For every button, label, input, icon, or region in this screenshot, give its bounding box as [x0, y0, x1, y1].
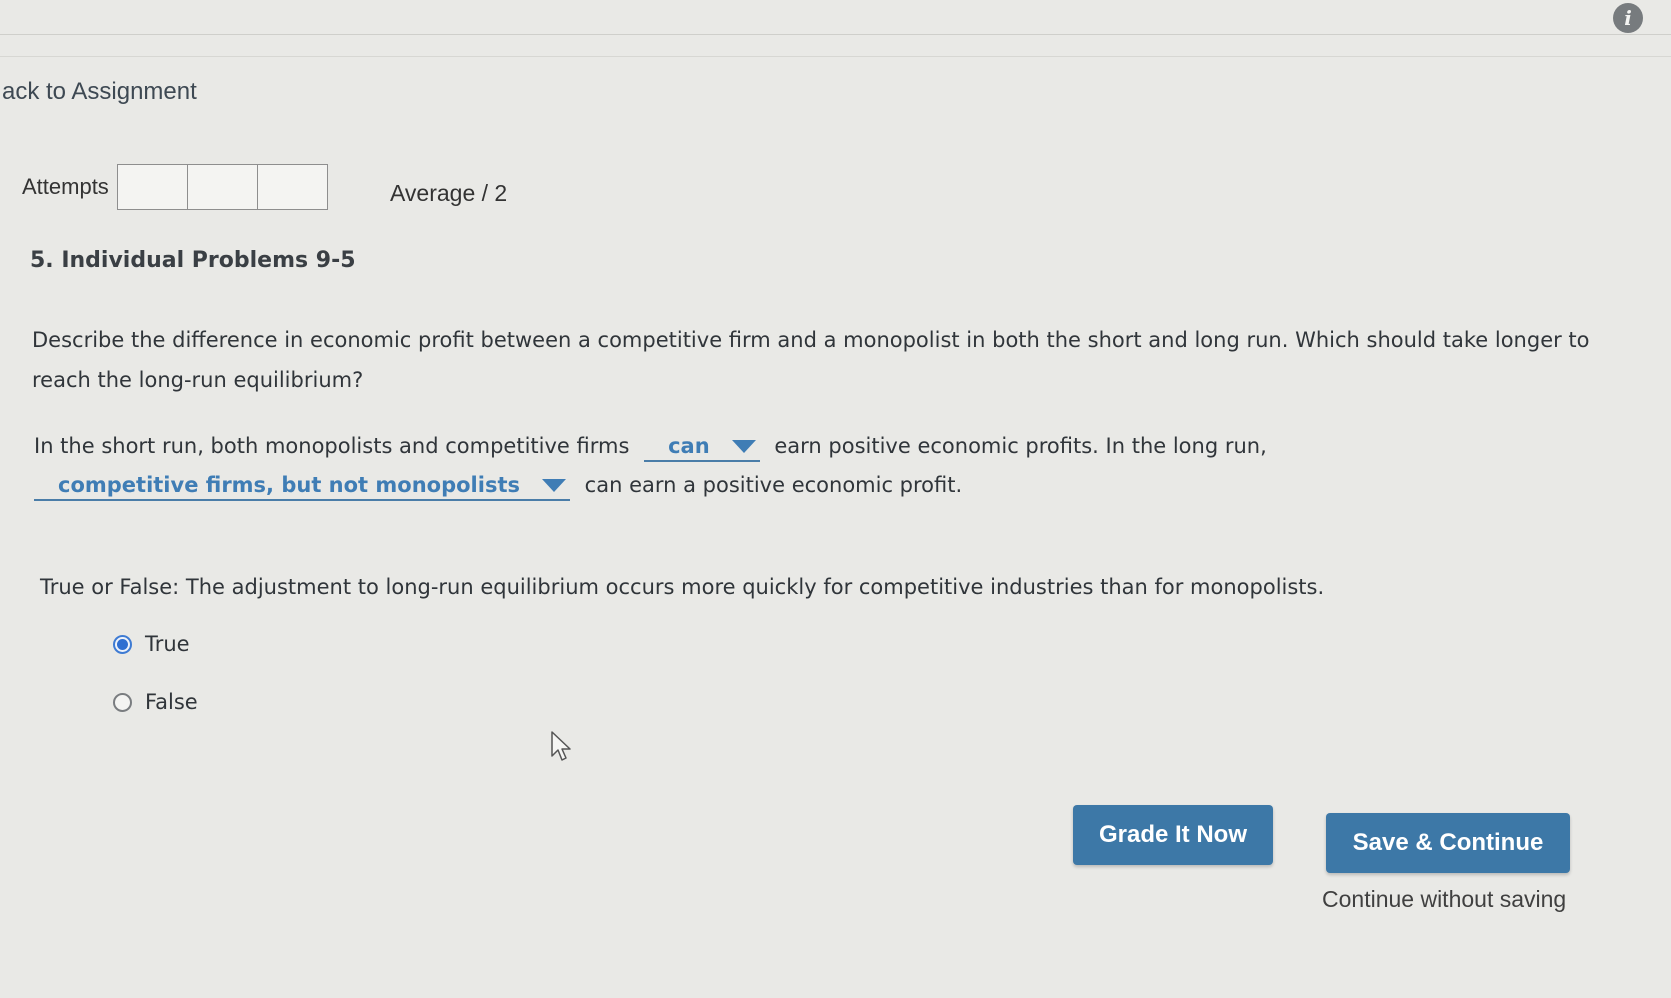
- save-and-continue-button[interactable]: Save & Continue: [1326, 813, 1570, 873]
- attempt-box: [258, 165, 327, 209]
- option-true[interactable]: True: [113, 632, 190, 656]
- sentence1-before: In the short run, both monopolists and c…: [34, 434, 630, 458]
- back-to-assignment-link[interactable]: ack to Assignment: [2, 78, 197, 106]
- sentence1-after: earn positive economic profits. In the l…: [774, 434, 1267, 458]
- long-run-dropdown[interactable]: competitive firms, but not monopolists: [34, 473, 570, 501]
- radio-selected-dot: [117, 638, 128, 650]
- radio-true[interactable]: [113, 634, 132, 654]
- attempt-box: [118, 165, 188, 209]
- problem-title: 5. Individual Problems 9-5: [30, 248, 356, 273]
- option-false-label: False: [145, 690, 198, 714]
- attempt-box: [188, 165, 258, 209]
- option-false[interactable]: False: [113, 690, 198, 714]
- attempts-section: Attempts: [22, 164, 328, 210]
- attempts-label: Attempts: [22, 174, 109, 199]
- chevron-down-icon: [731, 439, 756, 453]
- continue-without-saving-link[interactable]: Continue without saving: [1322, 886, 1566, 913]
- chevron-down-icon: [541, 478, 566, 492]
- mouse-cursor-icon: [551, 731, 571, 761]
- average-score: Average / 2: [390, 180, 508, 206]
- option-true-label: True: [145, 632, 190, 656]
- sentence2-after: can earn a positive economic profit.: [584, 473, 963, 497]
- long-run-dropdown-value: competitive firms, but not monopolists: [58, 473, 520, 497]
- problem-description: Describe the difference in economic prof…: [32, 328, 1590, 392]
- info-icon[interactable]: i: [1613, 3, 1643, 33]
- header-divider-secondary: [0, 56, 1671, 57]
- sentence-line-2: competitive firms, but not monopolists c…: [34, 473, 962, 501]
- short-run-dropdown-value: can: [668, 434, 710, 458]
- sentence-line-1: In the short run, both monopolists and c…: [34, 434, 1267, 462]
- grade-it-now-button[interactable]: Grade It Now: [1073, 805, 1273, 865]
- header-divider: [0, 34, 1671, 35]
- attempt-boxes: [116, 164, 328, 210]
- radio-false[interactable]: [113, 692, 132, 712]
- true-false-question: True or False: The adjustment to long-ru…: [40, 575, 1325, 599]
- short-run-dropdown[interactable]: can: [644, 434, 760, 462]
